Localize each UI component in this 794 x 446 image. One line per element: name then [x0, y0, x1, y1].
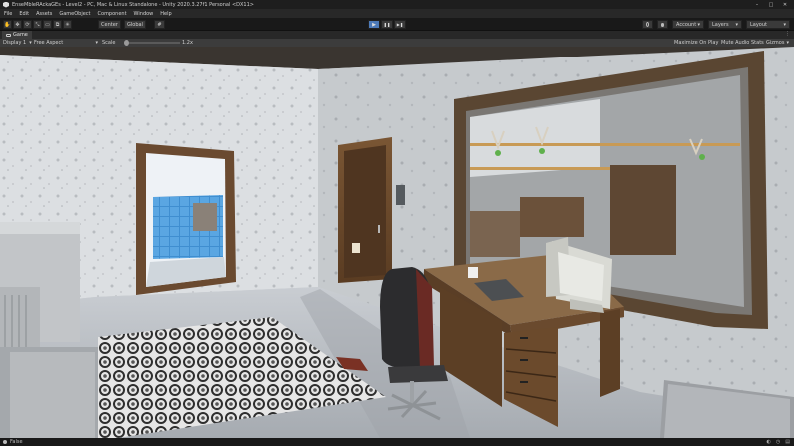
step-icon: ▶❚: [396, 22, 404, 27]
scale-slider-handle[interactable]: [124, 40, 129, 46]
chevron-down-icon: ▾: [786, 40, 789, 46]
game-tab-icon: [6, 33, 11, 37]
display-dropdown[interactable]: Display 1 ▾: [3, 39, 32, 47]
custom-tool-icon[interactable]: ✳: [63, 20, 72, 29]
grid-snap-icon: #: [157, 21, 162, 28]
close-button[interactable]: ✕: [778, 0, 792, 9]
step-button[interactable]: ▶❚: [394, 20, 406, 29]
window-title: EnseMbleRAckaGEs - Level2 - PC, Mac & Li…: [12, 1, 254, 8]
play-button[interactable]: ▶: [368, 20, 380, 29]
chevron-down-icon: ▾: [29, 40, 32, 46]
cloud-button[interactable]: [657, 20, 668, 29]
move-tool-icon[interactable]: ✥: [13, 20, 22, 29]
menu-window[interactable]: Window: [134, 11, 154, 17]
status-bar: False ◐ ◷ ▤: [0, 438, 794, 446]
hand-tool-icon[interactable]: ✋: [3, 20, 12, 29]
maximize-on-play-toggle[interactable]: Maximize On Play: [674, 39, 718, 47]
pause-icon: ❚❚: [383, 22, 391, 27]
grid-snap-button[interactable]: #: [154, 20, 165, 29]
aspect-dropdown[interactable]: Free Aspect ▾: [34, 39, 98, 47]
maximize-button[interactable]: □: [764, 0, 778, 9]
pivot-label: Center: [101, 21, 118, 28]
menu-assets[interactable]: Assets: [36, 11, 52, 17]
layout-dropdown[interactable]: Layout ▾: [746, 20, 790, 29]
scale-slider[interactable]: [124, 40, 180, 46]
aspect-label: Free Aspect: [34, 40, 64, 46]
chevron-down-icon: ▾: [697, 21, 700, 28]
status-message[interactable]: False: [10, 439, 23, 445]
unity-logo-icon: [3, 1, 9, 8]
scale-tool-icon[interactable]: ⤡: [33, 20, 42, 29]
layout-label: Layout: [750, 21, 767, 28]
info-icon: [3, 440, 7, 444]
collab-icon: [646, 22, 649, 27]
space-toggle[interactable]: Global: [124, 20, 146, 29]
rotate-tool-icon[interactable]: ⟳: [23, 20, 32, 29]
chevron-down-icon: ▾: [95, 40, 98, 46]
pivot-toggle[interactable]: Center: [98, 20, 121, 29]
chevron-down-icon: ▾: [783, 21, 786, 28]
transform-tool-icon[interactable]: ⧉: [53, 20, 62, 29]
game-viewport[interactable]: [0, 47, 794, 438]
scale-label: Scale: [102, 40, 116, 46]
pause-button[interactable]: ❚❚: [381, 20, 393, 29]
status-icons: ◐ ◷ ▤: [762, 438, 790, 446]
tab-game[interactable]: Game: [2, 31, 32, 39]
game-tab-label: Game: [13, 32, 28, 38]
menu-component[interactable]: Component: [98, 11, 127, 17]
gizmos-dropdown[interactable]: Gizmos ▾: [766, 39, 789, 47]
gizmos-label: Gizmos: [766, 40, 785, 46]
menu-edit[interactable]: Edit: [19, 11, 29, 17]
menu-bar: File Edit Assets GameObject Component Wi…: [0, 9, 794, 18]
scene-render: [0, 47, 794, 438]
account-dropdown[interactable]: Account ▾: [672, 20, 704, 29]
main-toolbar: ✋ ✥ ⟳ ⤡ ▭ ⧉ ✳ Center Global # ▶ ❚❚ ▶❚ Ac…: [0, 18, 794, 31]
game-toolbar: Display 1 ▾ Free Aspect ▾ Scale 1.2x Max…: [0, 39, 794, 47]
menu-file[interactable]: File: [4, 11, 12, 17]
progress-icon[interactable]: ◷: [776, 439, 780, 445]
rect-tool-icon[interactable]: ▭: [43, 20, 52, 29]
space-label: Global: [127, 21, 143, 28]
tab-menu-icon[interactable]: ⋮: [785, 31, 790, 37]
layers-label: Layers: [712, 21, 729, 28]
title-bar: EnseMbleRAckaGEs - Level2 - PC, Mac & Li…: [0, 0, 794, 9]
display-label: Display 1: [3, 40, 27, 46]
game-tab-bar: Game ⋮: [0, 31, 794, 39]
menu-help[interactable]: Help: [160, 11, 171, 17]
cloud-icon: [661, 22, 664, 27]
layers-dropdown[interactable]: Layers ▾: [708, 20, 742, 29]
menu-gameobject[interactable]: GameObject: [59, 11, 90, 17]
window-controls: – □ ✕: [750, 0, 792, 9]
playmode-controls: ▶ ❚❚ ▶❚: [368, 20, 407, 29]
minimize-button[interactable]: –: [750, 0, 764, 9]
transform-tools: ✋ ✥ ⟳ ⤡ ▭ ⧉ ✳: [3, 20, 73, 29]
auto-generate-lighting-icon[interactable]: ◐: [767, 439, 771, 445]
chevron-down-icon: ▾: [735, 21, 738, 28]
scale-value: 1.2x: [182, 40, 193, 46]
account-label: Account: [676, 21, 697, 28]
mute-audio-toggle[interactable]: Mute Audio: [721, 39, 749, 47]
play-icon: ▶: [372, 21, 376, 28]
collab-button[interactable]: [642, 20, 653, 29]
cache-server-icon[interactable]: ▤: [785, 439, 790, 445]
stats-toggle[interactable]: Stats: [751, 39, 764, 47]
